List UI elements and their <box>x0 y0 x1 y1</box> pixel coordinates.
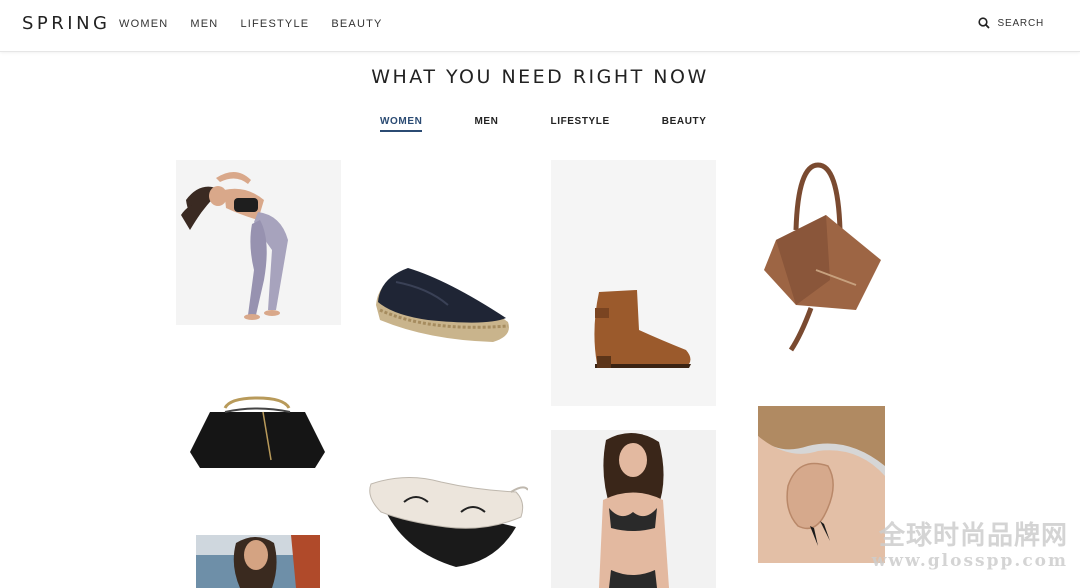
lingerie-model-image <box>551 430 716 588</box>
search-icon <box>977 17 990 29</box>
sleep-mask-image <box>366 472 528 572</box>
espadrille-shoe-image <box>368 260 520 352</box>
category-tabs: WOMEN MEN LIFESTYLE BEAUTY <box>380 116 707 132</box>
tab-women[interactable]: WOMEN <box>380 116 423 132</box>
watermark: 全球时尚品牌网 www.glosspp.com <box>868 522 1068 582</box>
product-tile-swimwear-model[interactable] <box>196 535 320 588</box>
nav-item-women[interactable]: WOMEN <box>119 18 168 30</box>
ankle-boot-image <box>551 160 716 406</box>
product-tile-lingerie-model[interactable] <box>551 430 716 588</box>
tab-beauty[interactable]: BEAUTY <box>662 116 707 132</box>
swimwear-model-image <box>196 535 320 588</box>
tab-men[interactable]: MEN <box>474 116 498 132</box>
product-tile-espadrille[interactable] <box>368 260 520 352</box>
product-tile-black-clutch[interactable] <box>185 390 330 480</box>
top-header: SPRING WOMEN MEN LIFESTYLE BEAUTY SEARCH <box>0 0 1080 52</box>
watermark-line-1: 全球时尚品牌网 <box>878 521 1068 551</box>
product-tile-ear-cuff[interactable] <box>758 406 885 563</box>
section-title: WHAT YOU NEED RIGHT NOW <box>371 66 709 88</box>
yoga-model-image <box>176 160 341 325</box>
product-tile-leather-bag[interactable] <box>756 160 886 355</box>
tab-lifestyle[interactable]: LIFESTYLE <box>550 116 609 132</box>
product-tile-ankle-boot[interactable] <box>551 160 716 406</box>
product-tile-sleep-mask[interactable] <box>366 472 528 572</box>
nav-item-men[interactable]: MEN <box>190 18 218 30</box>
product-tile-yoga-model[interactable] <box>176 160 341 325</box>
ear-cuff-image <box>758 406 885 563</box>
watermark-line-2: www.glosspp.com <box>871 551 1068 571</box>
search-label: SEARCH <box>997 17 1044 29</box>
search-button[interactable]: SEARCH <box>977 17 1044 29</box>
leather-bag-image <box>756 160 886 355</box>
nav-item-beauty[interactable]: BEAUTY <box>331 18 382 30</box>
nav-item-lifestyle[interactable]: LIFESTYLE <box>240 18 309 30</box>
black-clutch-image <box>185 390 330 480</box>
spring-logo[interactable]: SPRING <box>22 13 111 34</box>
main-nav: WOMEN MEN LIFESTYLE BEAUTY <box>119 18 383 30</box>
